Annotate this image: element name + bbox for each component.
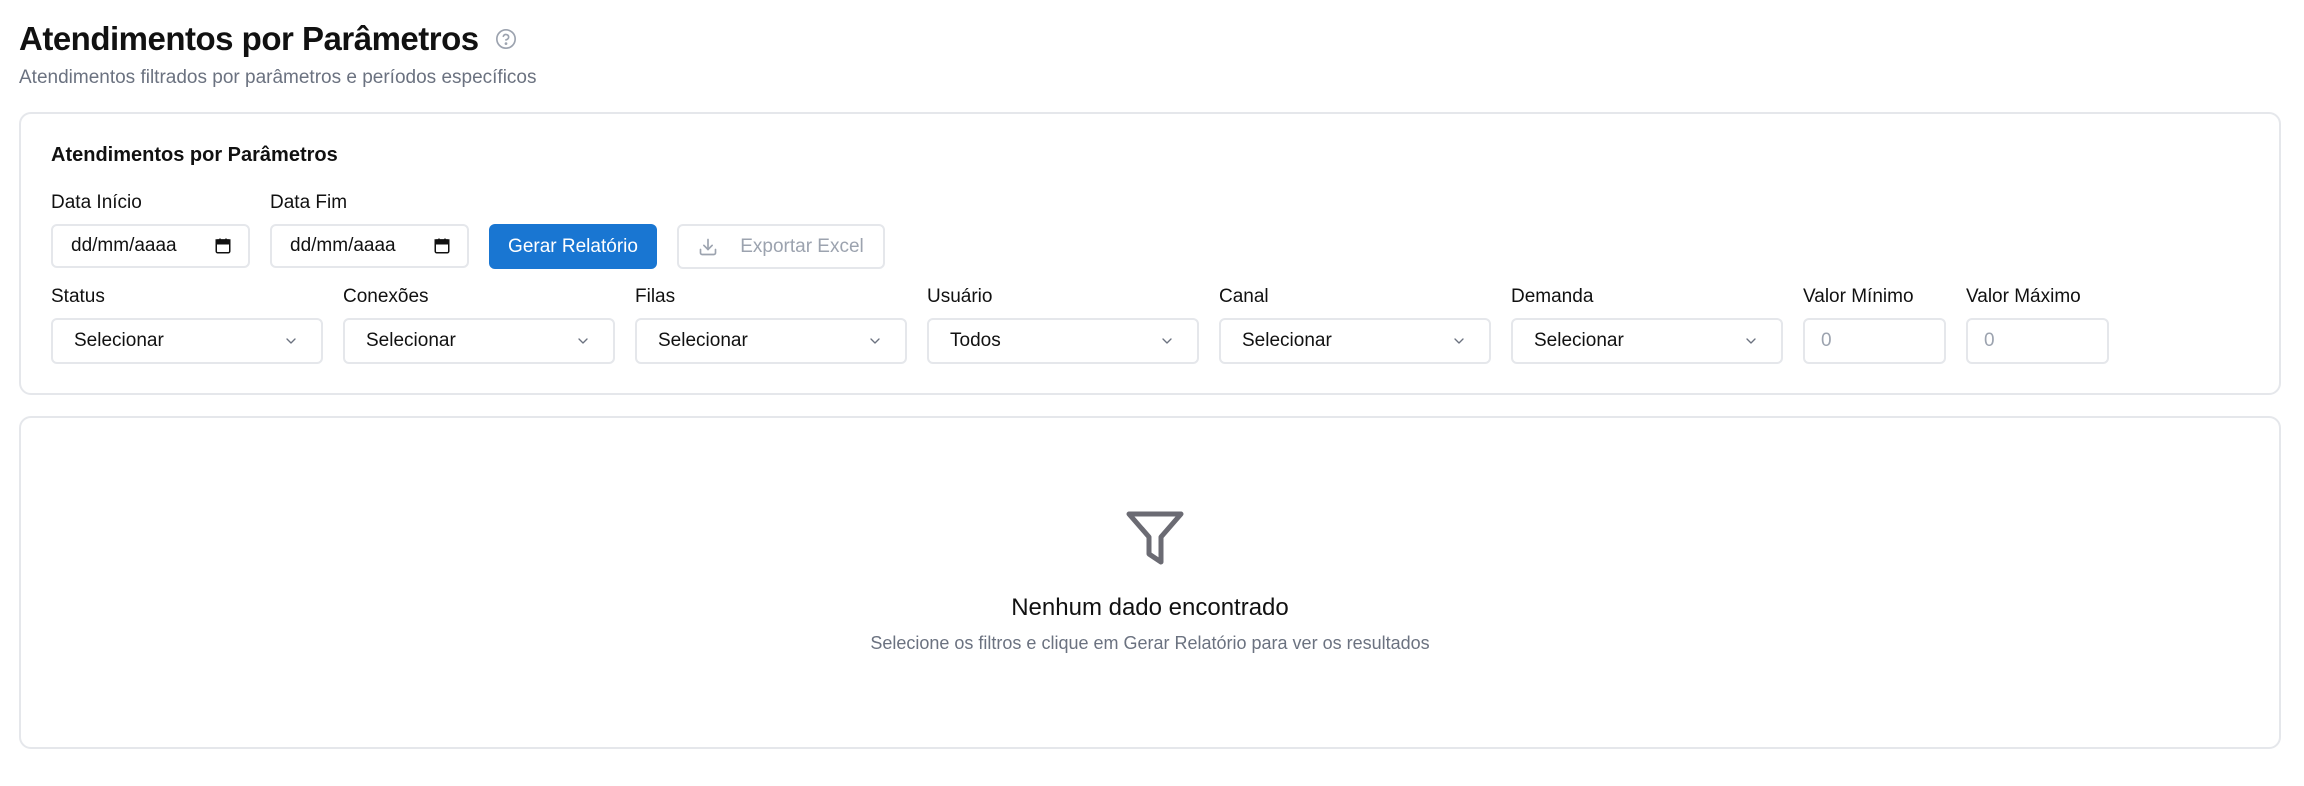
status-value: Selecionar: [74, 330, 164, 351]
canal-value: Selecionar: [1242, 330, 1332, 351]
conexoes-label: Conexões: [343, 286, 429, 307]
demanda-select[interactable]: Selecionar: [1511, 318, 1783, 364]
filas-select[interactable]: Selecionar: [635, 318, 907, 364]
canal-select[interactable]: Selecionar: [1219, 318, 1491, 364]
valor-minimo-placeholder: 0: [1821, 330, 1832, 351]
status-select[interactable]: Selecionar: [51, 318, 323, 364]
valor-maximo-input[interactable]: 0: [1966, 318, 2109, 364]
export-excel-button[interactable]: Exportar Excel: [677, 224, 885, 269]
results-card: Nenhum dado encontrado Selecione os filt…: [19, 416, 2281, 749]
calendar-icon[interactable]: [433, 237, 451, 255]
valor-maximo-label: Valor Máximo: [1966, 286, 2081, 307]
page-subtitle: Atendimentos filtrados por parâmetros e …: [19, 67, 537, 88]
chevron-down-icon: [1162, 338, 1172, 344]
date-start-value: dd/mm/aaaa: [71, 235, 177, 256]
card-title: Atendimentos por Parâmetros: [51, 144, 338, 166]
date-start-label: Data Início: [51, 192, 142, 213]
chevron-down-icon: [1454, 338, 1464, 344]
date-end-label: Data Fim: [270, 192, 348, 213]
demanda-value: Selecionar: [1534, 330, 1624, 351]
help-circle-icon[interactable]: [495, 28, 517, 50]
demanda-label: Demanda: [1511, 286, 1594, 307]
filters-card: Atendimentos por Parâmetros Data Início …: [19, 112, 2281, 395]
page: Atendimentos por Parâmetros Atendimentos…: [0, 0, 2304, 786]
usuario-select[interactable]: Todos: [927, 318, 1199, 364]
valor-minimo-label: Valor Mínimo: [1803, 286, 1914, 307]
usuario-label: Usuário: [927, 286, 993, 307]
chevron-down-icon: [286, 338, 296, 344]
chevron-down-icon: [870, 338, 880, 344]
filas-label: Filas: [635, 286, 676, 307]
generate-report-button[interactable]: Gerar Relatório: [489, 224, 657, 269]
date-end-value: dd/mm/aaaa: [290, 235, 396, 256]
export-excel-label: Exportar Excel: [740, 235, 864, 257]
status-label: Status: [51, 286, 105, 307]
conexoes-select[interactable]: Selecionar: [343, 318, 615, 364]
filter-icon: [1126, 511, 1184, 565]
chevron-down-icon: [1746, 338, 1756, 344]
chevron-down-icon: [578, 338, 588, 344]
page-title: Atendimentos por Parâmetros: [19, 20, 479, 57]
canal-label: Canal: [1219, 286, 1269, 307]
empty-state-description: Selecione os filtros e clique em Gerar R…: [870, 633, 1430, 653]
empty-state-title: Nenhum dado encontrado: [1011, 594, 1289, 621]
download-icon: [699, 238, 717, 255]
calendar-icon[interactable]: [214, 237, 232, 255]
valor-minimo-input[interactable]: 0: [1803, 318, 1946, 364]
usuario-value: Todos: [950, 330, 1001, 351]
valor-maximo-placeholder: 0: [1984, 330, 1995, 351]
filas-value: Selecionar: [658, 330, 748, 351]
date-end-input[interactable]: dd/mm/aaaa: [270, 224, 469, 268]
date-start-input[interactable]: dd/mm/aaaa: [51, 224, 250, 268]
page-header: Atendimentos por Parâmetros: [19, 20, 517, 58]
conexoes-value: Selecionar: [366, 330, 456, 351]
